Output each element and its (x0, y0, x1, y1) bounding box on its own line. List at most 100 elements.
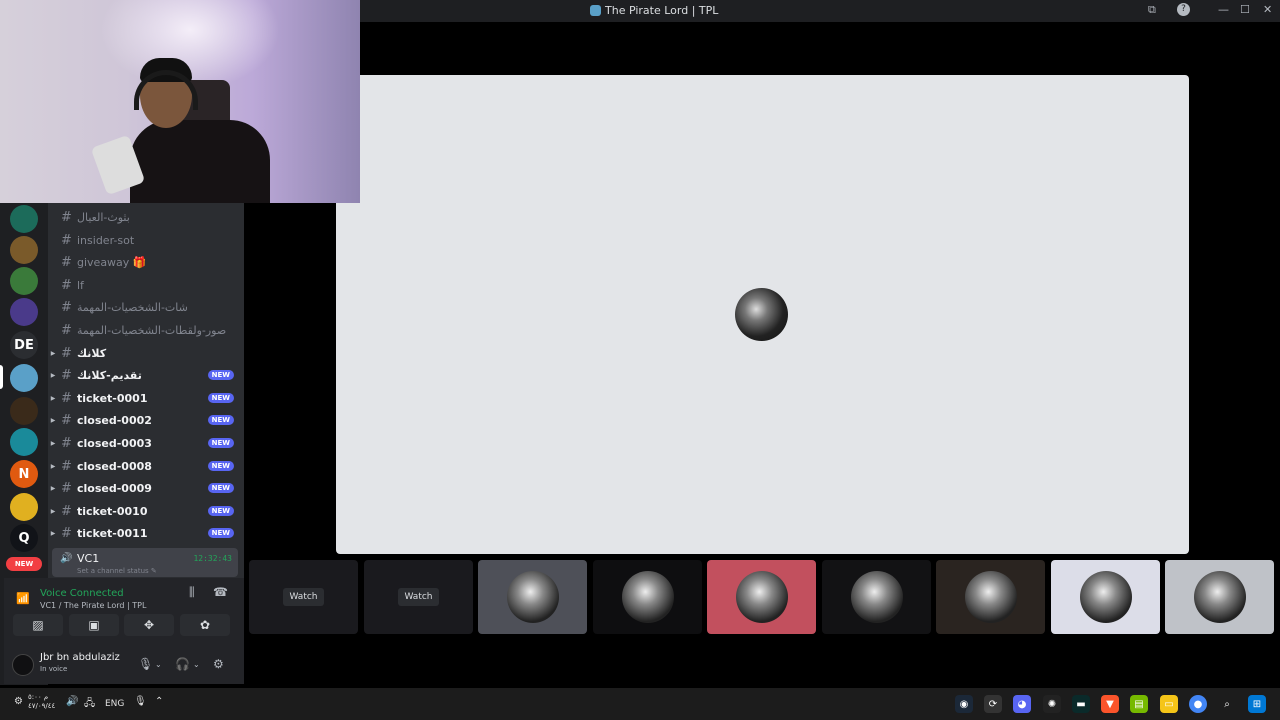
language-indicator[interactable]: ENG (105, 699, 124, 709)
show-hidden-icons-chevron[interactable]: ⌃ (155, 696, 163, 707)
participant-tile[interactable] (707, 560, 816, 634)
participant-tile[interactable] (822, 560, 931, 634)
brave-icon[interactable]: ▼ (1101, 695, 1119, 713)
file-explorer-icon[interactable]: ▭ (1160, 695, 1178, 713)
server-icon[interactable]: Q (10, 524, 38, 552)
noise-suppression-icon[interactable]: ⫼ (189, 585, 195, 600)
collapse-arrow-icon: ▶ (50, 417, 56, 425)
channel-item[interactable]: # insider-sot (48, 230, 244, 251)
activities-button[interactable]: ✥ (124, 614, 174, 636)
server-icon[interactable] (10, 298, 38, 326)
channel-item[interactable]: # صور-ولقطات-الشخصيات-المهمة (48, 320, 244, 341)
collapse-arrow-icon: ▶ (50, 394, 56, 402)
chrome-icon[interactable]: ● (1189, 695, 1207, 713)
voice-connected-title[interactable]: Voice Connected (40, 588, 124, 599)
hash-icon: # (61, 232, 72, 248)
app-icon[interactable]: ⟳ (984, 695, 1002, 713)
participant-tile[interactable]: Watch (249, 560, 358, 634)
server-icon[interactable] (10, 364, 38, 392)
start-menu-icon[interactable]: ⊞ (1248, 695, 1266, 713)
server-icon (590, 5, 601, 16)
channel-name: ticket-0010 (77, 504, 148, 518)
camera-toggle-button[interactable]: ▨ (13, 614, 63, 636)
channel-item[interactable]: # شات-الشخصيات-المهمة (48, 297, 244, 318)
participant-tile[interactable] (936, 560, 1045, 634)
microphone-icon[interactable]: 🎙 (138, 657, 153, 671)
hash-icon: # (61, 345, 72, 361)
microphone-tray-icon[interactable]: 🎙 (134, 696, 147, 707)
hash-icon: # (61, 390, 72, 406)
webcam-video[interactable] (0, 0, 360, 203)
participant-tile[interactable] (1165, 560, 1274, 634)
participant-tile[interactable] (478, 560, 587, 634)
collapse-arrow-icon: ▶ (50, 485, 56, 493)
settings-tray-icon[interactable]: ⚙ (14, 696, 23, 707)
new-badge: NEW (207, 505, 234, 516)
disconnect-icon[interactable]: ☎ (213, 585, 228, 599)
soundboard-button[interactable]: ✿ (180, 614, 230, 636)
collapse-arrow-icon: ▶ (50, 349, 56, 357)
server-icon[interactable]: N (10, 460, 38, 488)
mic-options-chevron-icon[interactable]: ⌄ (155, 660, 162, 669)
channel-name: closed-0009 (77, 482, 152, 496)
signal-icon[interactable]: 📶 (16, 592, 30, 605)
channel-item[interactable]: # lf (48, 275, 244, 296)
nvidia-icon[interactable]: ▤ (1130, 695, 1148, 713)
channel-item[interactable]: # بثوث-العيال (48, 207, 244, 228)
channel-item[interactable]: ▶ # تقديم-كلانك NEW (48, 365, 244, 386)
hash-icon: # (61, 255, 72, 271)
new-badge: NEW (207, 438, 234, 448)
channel-item[interactable]: ▶ # closed-0002 NEW (48, 410, 244, 431)
participant-tile[interactable]: Watch (364, 560, 473, 634)
voice-channel-timer: 12:32:43 (193, 554, 232, 563)
help-icon[interactable]: ? (1177, 3, 1190, 16)
server-icon[interactable] (10, 428, 38, 456)
participant-tile[interactable] (593, 560, 702, 634)
steelseries-icon[interactable]: ✺ (1043, 695, 1061, 713)
server-icon[interactable] (10, 397, 38, 425)
maximize-button[interactable]: ☐ (1240, 3, 1250, 16)
channel-item[interactable]: ▶ # closed-0003 NEW (48, 433, 244, 454)
channel-item[interactable]: ▶ # ticket-0011 NEW (48, 523, 244, 544)
popout-icon[interactable]: ⧉ (1148, 3, 1156, 17)
server-icon[interactable]: DE (10, 331, 38, 359)
screen-share-button[interactable]: ▣ (69, 614, 119, 636)
new-servers-pill[interactable]: NEW (6, 557, 42, 571)
voice-channel-name: VC1 (77, 552, 100, 565)
new-badge: NEW (207, 460, 234, 471)
close-button[interactable]: ✕ (1263, 3, 1272, 16)
avatar (850, 571, 903, 623)
channel-status-input[interactable]: Set a channel status ✎ (77, 567, 157, 575)
channel-item[interactable]: ▶ # كلانك (48, 343, 244, 364)
server-icon[interactable] (10, 236, 38, 264)
network-icon[interactable]: 🖧 (84, 696, 95, 713)
hash-icon: # (61, 458, 72, 474)
server-icon[interactable] (10, 267, 38, 295)
audio-options-chevron-icon[interactable]: ⌄ (193, 660, 200, 669)
channel-item[interactable]: ▶ # closed-0008 NEW (48, 456, 244, 477)
watch-stream-button[interactable]: Watch (283, 588, 324, 606)
server-icon[interactable] (10, 493, 38, 521)
clock-time: م ٥:٠٠ (28, 693, 49, 701)
voice-connected-subtitle[interactable]: VC1 / The Pirate Lord | TPL (40, 601, 146, 610)
discord-icon[interactable]: ◕ (1013, 695, 1031, 713)
participant-tile[interactable] (1051, 560, 1160, 634)
minimize-button[interactable]: — (1218, 3, 1229, 16)
steam-icon[interactable]: ◉ (955, 695, 973, 713)
watch-stream-button[interactable]: Watch (398, 588, 439, 606)
settings-gear-icon[interactable]: ⚙ (213, 657, 224, 671)
server-icon[interactable] (10, 205, 38, 233)
headphones-icon[interactable]: 🎧 (175, 657, 190, 671)
channel-name: closed-0008 (77, 459, 152, 473)
search-icon[interactable]: ⌕ (1218, 695, 1236, 713)
channel-item[interactable]: ▶ # ticket-0001 NEW (48, 388, 244, 409)
channel-name: ticket-0011 (77, 527, 148, 541)
terminal-icon[interactable]: ▬ (1072, 695, 1090, 713)
voice-channel-vc1[interactable]: 🔊 VC1 12:32:43 Set a channel status ✎ (52, 548, 238, 577)
hash-icon: # (61, 323, 72, 338)
channel-item[interactable]: ▶ # closed-0009 NEW (48, 478, 244, 499)
clock[interactable]: م ٥:٠٠ ٤٧/٠٩/٤٤ (28, 693, 55, 711)
volume-icon[interactable]: 🔊 (66, 696, 78, 707)
channel-item[interactable]: # giveaway 🎁 (48, 252, 244, 273)
channel-item[interactable]: ▶ # ticket-0010 NEW (48, 501, 244, 522)
